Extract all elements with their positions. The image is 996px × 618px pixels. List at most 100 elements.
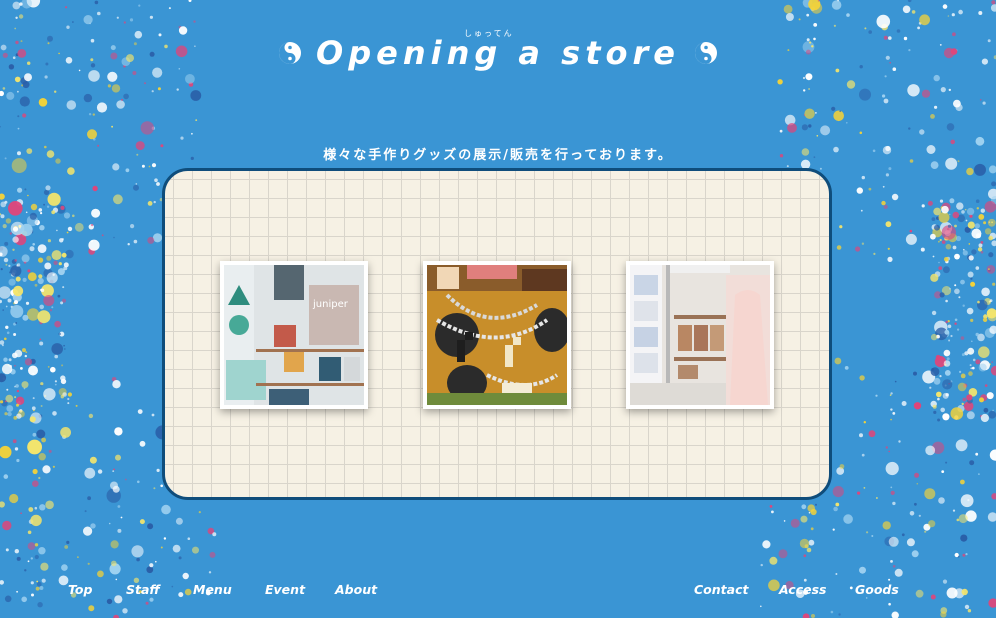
paint-dot	[54, 320, 61, 328]
nav-access[interactable]: Access	[779, 582, 855, 597]
paint-dot	[29, 246, 35, 252]
paint-dot	[975, 266, 980, 270]
paint-dot	[67, 167, 75, 175]
paint-dot	[61, 364, 64, 367]
paint-dot	[209, 551, 216, 558]
paint-dot	[947, 224, 952, 228]
paint-dot	[9, 232, 12, 235]
paint-dot	[777, 79, 783, 85]
paint-dot	[84, 510, 87, 513]
nav-top[interactable]: Top	[68, 582, 126, 597]
paint-dot	[54, 354, 58, 359]
paint-dot	[909, 229, 913, 233]
paint-dot	[991, 493, 996, 500]
paint-dot	[938, 266, 943, 270]
paint-dot	[57, 294, 61, 298]
paint-dot	[39, 304, 44, 310]
paint-dot	[966, 307, 974, 315]
paint-dot	[157, 87, 161, 91]
paint-dot	[58, 332, 61, 336]
nav-goods[interactable]: Goods	[855, 582, 899, 597]
paint-dot	[954, 224, 957, 228]
paint-dot	[178, 556, 182, 560]
paint-dot	[863, 421, 866, 424]
paint-dot	[180, 136, 184, 140]
paint-dot	[885, 446, 888, 449]
paint-dot	[14, 300, 18, 305]
paint-dot	[990, 365, 996, 376]
paint-dot	[925, 445, 936, 456]
nav-about[interactable]: About	[335, 582, 377, 597]
paint-dot	[87, 562, 90, 565]
paint-dot	[913, 371, 917, 376]
paint-dot	[947, 228, 950, 231]
paint-dot	[961, 353, 965, 357]
paint-dot	[982, 101, 986, 105]
paint-dot	[113, 194, 123, 205]
paint-dot	[955, 439, 968, 452]
nav-event[interactable]: Event	[265, 582, 335, 597]
paint-dot	[20, 223, 33, 237]
paint-dot	[40, 212, 43, 215]
paint-dot	[924, 488, 936, 500]
paint-dot	[83, 93, 93, 103]
paint-dot	[972, 358, 976, 362]
paint-dot	[97, 570, 104, 578]
paint-dot	[914, 502, 917, 506]
paint-dot	[790, 518, 800, 528]
nav-staff[interactable]: Staff	[126, 582, 193, 597]
paint-dot	[133, 239, 138, 244]
paint-dot	[962, 397, 967, 402]
paint-dot	[156, 182, 160, 186]
paint-dot	[5, 305, 8, 308]
paint-dot	[6, 331, 10, 335]
paint-dot	[952, 211, 960, 219]
paint-dot	[928, 520, 936, 528]
paint-dot	[799, 538, 810, 549]
display-rack-photo[interactable]	[626, 261, 774, 409]
paint-dot	[868, 187, 872, 191]
paint-dot	[974, 223, 980, 229]
paint-dot	[940, 611, 947, 618]
paint-dot	[90, 523, 96, 529]
nav-right: Contact Access Goods	[694, 582, 899, 597]
paint-dot	[38, 547, 46, 555]
paint-dot	[982, 317, 988, 322]
paint-dot	[890, 418, 892, 421]
paint-dot	[905, 233, 917, 245]
paint-dot	[34, 543, 39, 547]
paint-dot	[970, 318, 974, 322]
paint-dot	[67, 397, 70, 401]
paint-dot	[48, 449, 52, 453]
shop-shelf-photo[interactable]: juniper	[220, 261, 368, 409]
paint-dot	[835, 502, 840, 507]
paint-dot	[957, 255, 960, 257]
paint-dot	[783, 4, 793, 14]
paint-dot	[909, 511, 915, 516]
paint-dot	[61, 252, 67, 258]
paint-dot	[16, 263, 21, 267]
paint-dot	[992, 409, 994, 412]
nav-menu[interactable]: Menu	[193, 582, 265, 597]
paint-dot	[52, 465, 56, 468]
paint-dot	[975, 332, 979, 337]
paint-dot	[938, 261, 940, 264]
grid-board: juniper	[162, 168, 832, 500]
paint-dot	[975, 452, 979, 456]
paint-dot	[155, 560, 157, 563]
accessory-photo[interactable]	[423, 261, 571, 409]
paint-dot	[942, 413, 950, 421]
paint-dot	[16, 413, 22, 419]
paint-dot	[787, 123, 797, 133]
paint-dot	[0, 373, 7, 383]
paint-dot	[113, 468, 115, 471]
paint-dot	[67, 226, 73, 232]
paint-dot	[115, 454, 121, 461]
paint-dot	[960, 534, 968, 542]
paint-dot	[933, 377, 941, 385]
paint-dot	[12, 236, 19, 243]
paint-dot	[97, 11, 101, 16]
paint-dot	[802, 76, 806, 80]
nav-contact[interactable]: Contact	[694, 582, 779, 597]
paint-dot	[991, 240, 996, 247]
